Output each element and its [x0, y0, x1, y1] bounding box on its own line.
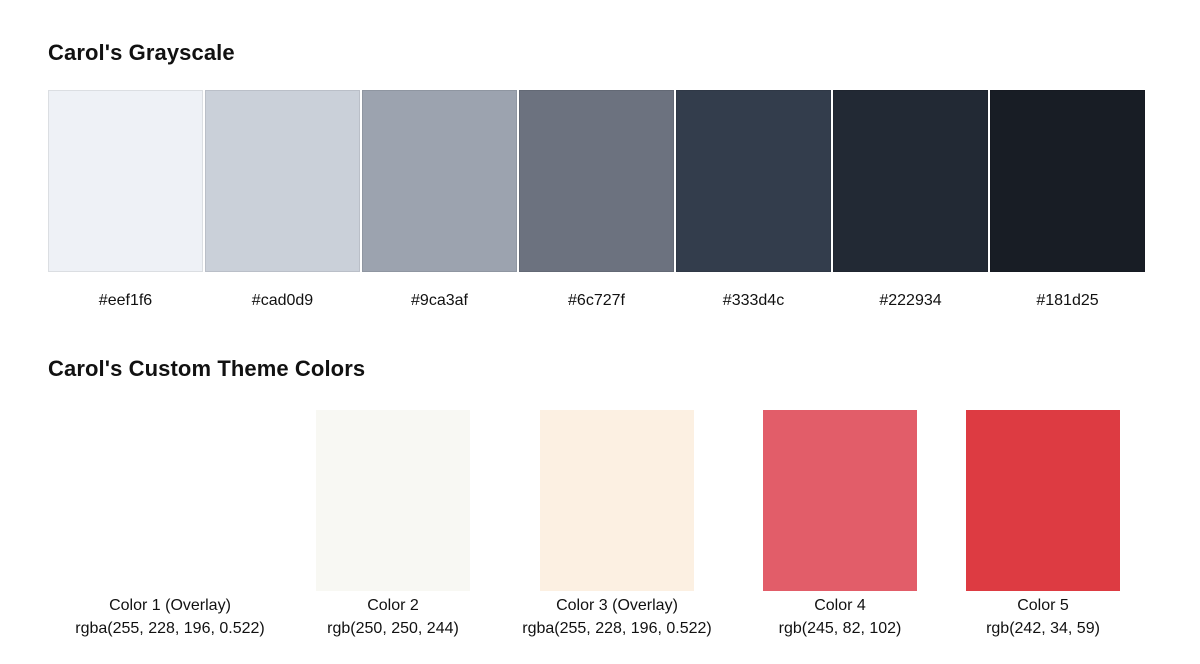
theme-color-name: Color 1 (Overlay)	[109, 597, 231, 614]
grayscale-palette: #eef1f6 #cad0d9 #9ca3af #6c727f #333d4c …	[48, 90, 1145, 311]
theme-color-item: Color 5 rgb(242, 34, 59)	[923, 410, 1163, 640]
grayscale-item: #6c727f	[519, 90, 674, 311]
theme-color-swatch	[93, 410, 247, 591]
theme-color-value: rgb(245, 82, 102)	[778, 620, 902, 637]
grayscale-swatch	[833, 90, 988, 272]
grayscale-swatch	[205, 90, 360, 272]
grayscale-item: #cad0d9	[205, 90, 360, 311]
grayscale-hex-label: #333d4c	[722, 292, 785, 309]
grayscale-swatch	[48, 90, 203, 272]
theme-color-item: Color 3 (Overlay) rgba(255, 228, 196, 0.…	[497, 410, 737, 640]
theme-color-value: rgb(250, 250, 244)	[327, 620, 459, 637]
theme-color-swatch	[316, 410, 470, 591]
grayscale-swatch	[519, 90, 674, 272]
grayscale-heading: Carol's Grayscale	[48, 40, 235, 65]
theme-color-value: rgba(255, 228, 196, 0.522)	[75, 620, 265, 637]
theme-colors-heading: Carol's Custom Theme Colors	[48, 356, 366, 381]
grayscale-hex-label: #181d25	[1036, 292, 1099, 309]
grayscale-item: #181d25	[990, 90, 1145, 311]
grayscale-item: #222934	[833, 90, 988, 311]
theme-color-name: Color 2	[367, 597, 419, 614]
theme-color-swatch	[966, 410, 1120, 591]
theme-color-name: Color 3 (Overlay)	[556, 597, 678, 614]
grayscale-hex-label: #eef1f6	[98, 292, 153, 309]
grayscale-item: #333d4c	[676, 90, 831, 311]
theme-color-value: rgba(255, 228, 196, 0.522)	[522, 620, 712, 637]
theme-color-value: rgb(242, 34, 59)	[986, 620, 1100, 637]
theme-color-name: Color 4	[814, 597, 866, 614]
theme-color-name: Color 5	[1017, 597, 1069, 614]
grayscale-swatch	[676, 90, 831, 272]
theme-color-swatch	[763, 410, 917, 591]
grayscale-swatch	[990, 90, 1145, 272]
theme-color-item: Color 2 rgb(250, 250, 244)	[273, 410, 513, 640]
grayscale-item: #eef1f6	[48, 90, 203, 311]
grayscale-item: #9ca3af	[362, 90, 517, 311]
grayscale-hex-label: #6c727f	[568, 292, 625, 309]
grayscale-hex-label: #cad0d9	[251, 292, 314, 309]
grayscale-hex-label: #9ca3af	[411, 292, 468, 309]
theme-color-item: Color 1 (Overlay) rgba(255, 228, 196, 0.…	[50, 410, 290, 640]
grayscale-hex-label: #222934	[879, 292, 942, 309]
theme-color-swatch	[540, 410, 694, 591]
grayscale-swatch	[362, 90, 517, 272]
